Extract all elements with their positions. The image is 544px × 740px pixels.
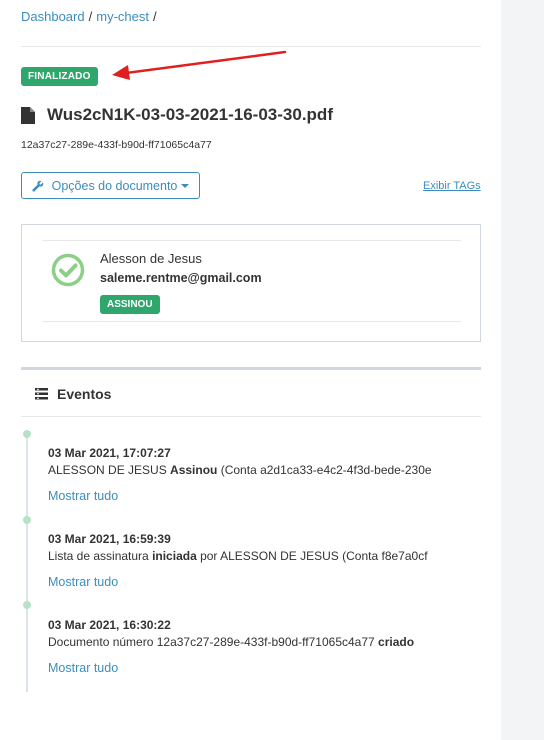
wrench-icon	[32, 180, 43, 192]
event-timestamp: 03 Mar 2021, 16:30:22	[48, 618, 171, 632]
show-all-link[interactable]: Mostrar tudo	[48, 575, 456, 589]
divider	[42, 321, 461, 322]
signers-panel: Alesson de Jesus saleme.rentme@gmail.com…	[21, 224, 481, 342]
events-header: Eventos	[35, 386, 111, 402]
annotation-arrow	[112, 50, 287, 80]
list-icon	[35, 388, 48, 400]
event-text: Documento número 12a37c27-289e-433f-b90d…	[48, 635, 379, 649]
divider	[21, 416, 481, 417]
document-options-button[interactable]: Opções do documento	[21, 172, 200, 199]
show-all-link[interactable]: Mostrar tudo	[48, 661, 456, 675]
check-circle-icon	[51, 253, 85, 287]
show-tags-link[interactable]: Exibir TAGs	[423, 180, 481, 192]
events-title: Eventos	[57, 386, 112, 402]
divider	[42, 240, 461, 241]
timeline-dot	[23, 601, 31, 609]
event-action: Assinou	[170, 463, 218, 477]
event-description: Documento número 12a37c27-289e-433f-b90d…	[48, 635, 456, 649]
file-icon	[21, 106, 35, 124]
timeline-dot	[23, 516, 31, 524]
document-id: 12a37c27-289e-433f-b90d-ff71065c4a77	[21, 139, 212, 151]
event-text: Lista de assinatura	[48, 549, 153, 563]
event-action: iniciada	[152, 549, 197, 563]
document-title: Wus2cN1K-03-03-2021-16-03-30.pdf	[21, 105, 333, 125]
event-action: criado	[378, 635, 415, 649]
timeline-event: 03 Mar 2021, 16:59:39 Lista de assinatur…	[48, 532, 456, 589]
event-description: ALESSON DE JESUS Assinou (Conta a2d1ca33…	[48, 463, 456, 477]
timeline-dot	[23, 430, 31, 438]
events-panel: Eventos 03 Mar 2021, 17:07:27 ALESSON DE…	[21, 367, 481, 710]
event-timestamp: 03 Mar 2021, 17:07:27	[48, 446, 171, 460]
breadcrumb-separator: /	[152, 9, 157, 24]
document-status-badge: FINALIZADO	[21, 67, 98, 86]
timeline-event: 03 Mar 2021, 17:07:27 ALESSON DE JESUS A…	[48, 446, 456, 503]
event-text: (Conta a2d1ca33-e4c2-4f3d-bede-230e	[217, 463, 432, 477]
timeline-event: 03 Mar 2021, 16:30:22 Documento número 1…	[48, 618, 456, 675]
breadcrumb-dashboard-link[interactable]: Dashboard	[21, 9, 85, 24]
event-description: Lista de assinatura iniciada por ALESSON…	[48, 549, 456, 563]
document-filename: Wus2cN1K-03-03-2021-16-03-30.pdf	[47, 105, 333, 124]
caret-down-icon	[181, 183, 190, 188]
event-text: por ALESSON DE JESUS (Conta f8e7a0cf	[196, 549, 428, 563]
document-options-label: Opções do documento	[51, 178, 178, 193]
breadcrumb-folder-link[interactable]: my-chest	[96, 9, 149, 24]
event-text: ALESSON DE JESUS	[48, 463, 171, 477]
event-timestamp: 03 Mar 2021, 16:59:39	[48, 532, 171, 546]
timeline-line	[26, 430, 28, 692]
signer-name: Alesson de Jesus	[100, 251, 202, 266]
breadcrumb: Dashboard / my-chest /	[21, 9, 161, 24]
signer-status-badge: ASSINOU	[100, 295, 160, 314]
breadcrumb-separator: /	[88, 9, 93, 24]
right-panel-background	[501, 0, 544, 740]
signer-email: saleme.rentme@gmail.com	[100, 271, 262, 285]
show-all-link[interactable]: Mostrar tudo	[48, 489, 456, 503]
